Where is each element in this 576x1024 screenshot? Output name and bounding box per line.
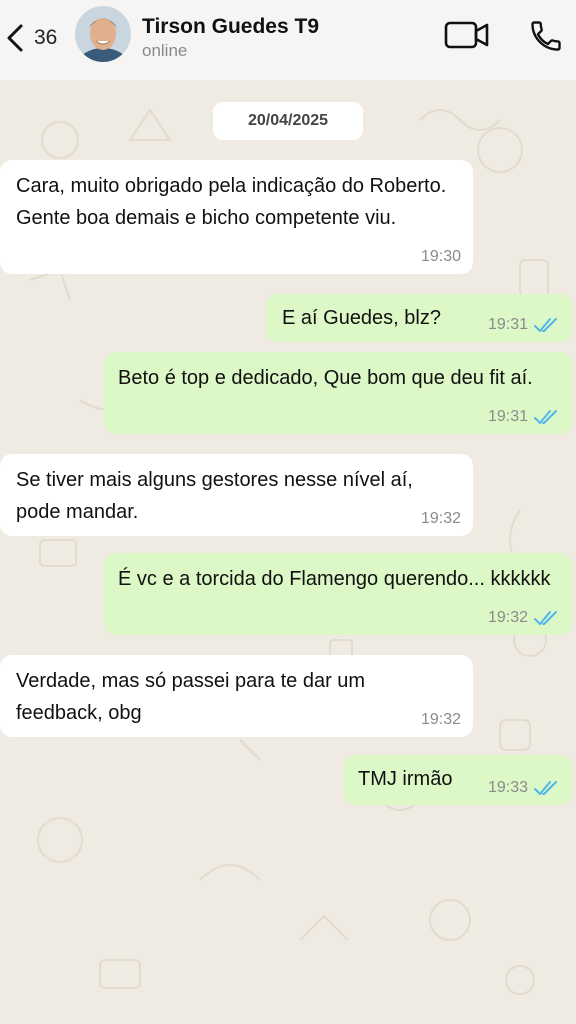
message-text: Beto é top e dedicado, Que bom que deu f… xyxy=(118,367,533,389)
outgoing-message[interactable]: E aí Guedes, blz? 19:31 xyxy=(266,294,572,342)
contact-info[interactable]: Tirson Guedes T9 online xyxy=(142,14,319,62)
message-meta: 19:33 xyxy=(488,779,560,797)
message-time: 19:33 xyxy=(487,779,528,796)
message-time: 19:32 xyxy=(487,609,528,626)
message-text: Se tiver mais alguns gestores nesse níve… xyxy=(16,469,413,523)
voice-call-button[interactable] xyxy=(528,18,564,54)
avatar[interactable] xyxy=(75,6,131,62)
message-time: 19:32 xyxy=(420,510,461,527)
message-list[interactable]: 20/04/2025 Cara, muito obrigado pela ind… xyxy=(0,80,576,1024)
outgoing-message[interactable]: TMJ irmão 19:33 xyxy=(344,755,572,805)
message-text: Verdade, mas só passei para te dar um fe… xyxy=(16,670,366,724)
double-check-icon xyxy=(534,611,557,625)
video-camera-icon xyxy=(444,21,489,49)
message-text: É vc e a torcida do Flamengo querendo...… xyxy=(118,568,551,590)
message-time: 19:32 xyxy=(420,711,461,728)
unread-count: 36 xyxy=(34,26,58,49)
date-separator: 20/04/2025 xyxy=(213,102,363,140)
message-meta: 19:32 xyxy=(488,609,560,627)
message-time: 19:31 xyxy=(487,408,528,425)
message-meta: 19:31 xyxy=(488,408,560,426)
video-call-button[interactable] xyxy=(444,20,490,50)
message-meta: 19:32 xyxy=(421,711,461,729)
outgoing-message[interactable]: É vc e a torcida do Flamengo querendo...… xyxy=(104,553,572,635)
double-check-icon xyxy=(534,318,557,332)
contact-name: Tirson Guedes T9 xyxy=(142,15,319,38)
message-meta: 19:31 xyxy=(488,316,560,334)
back-button[interactable]: 36 xyxy=(4,20,66,56)
chat-header: 36 Tirson Guedes T9 online xyxy=(0,0,576,80)
incoming-message[interactable]: Cara, muito obrigado pela indicação do R… xyxy=(0,160,473,274)
contact-status: online xyxy=(142,41,188,60)
chevron-left-icon xyxy=(7,24,23,52)
incoming-message[interactable]: Verdade, mas só passei para te dar um fe… xyxy=(0,655,473,737)
double-check-icon xyxy=(534,410,557,424)
message-meta: 19:32 xyxy=(421,510,461,528)
incoming-message[interactable]: Se tiver mais alguns gestores nesse níve… xyxy=(0,454,473,536)
outgoing-message[interactable]: Beto é top e dedicado, Que bom que deu f… xyxy=(104,352,572,434)
phone-icon xyxy=(531,21,561,51)
double-check-icon xyxy=(534,781,557,795)
message-meta: 19:30 xyxy=(421,248,461,266)
avatar-image xyxy=(75,6,131,62)
message-time: 19:30 xyxy=(420,248,461,265)
message-text: Cara, muito obrigado pela indicação do R… xyxy=(16,175,447,229)
message-time: 19:31 xyxy=(487,316,528,333)
